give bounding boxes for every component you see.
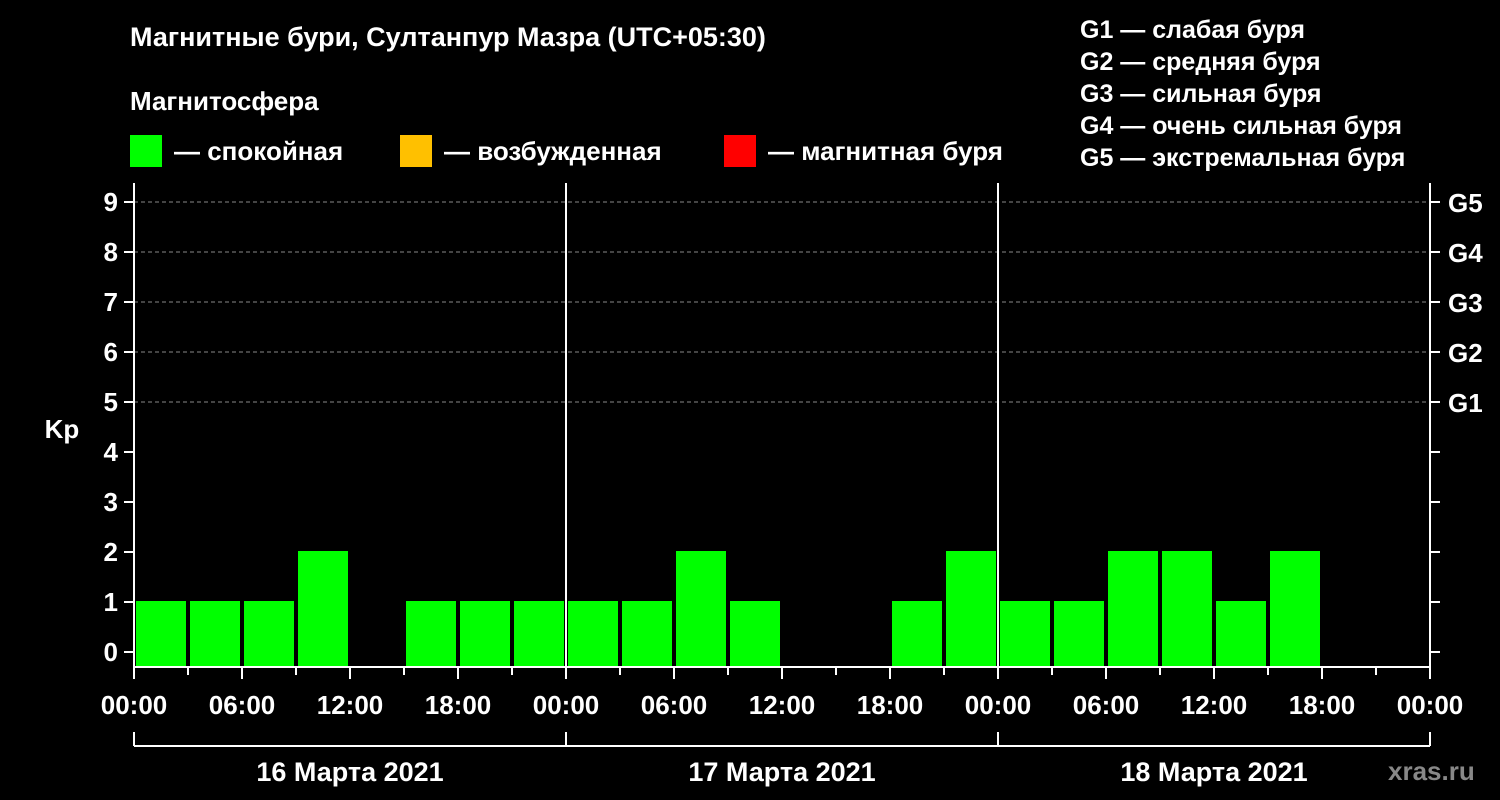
y-tick-label-9: 9 [104,187,118,217]
day-label-1: 17 Марта 2021 [688,757,875,787]
kp-bar-19 [1162,551,1212,667]
y-tick-label-0: 0 [104,637,118,667]
x-tick-label-11: 18:00 [1289,690,1356,720]
y-tick-label-6: 6 [104,337,118,367]
kp-bar-21 [1270,551,1320,667]
kp-bar-1 [190,601,240,667]
kp-bar-3 [298,551,348,667]
y-tick-label-4: 4 [104,437,119,467]
kp-bar-6 [460,601,510,667]
day-label-0: 16 Марта 2021 [256,757,443,787]
kp-bar-7 [514,601,564,667]
kp-chart: 0 1 2 3 4 5 6 7 8 9 G1 G2 G3 G4 G5 Kp 00:00 06:00 12:00 18:… [45,183,1483,787]
kp-bar-9 [622,601,672,667]
y-axis-label: Kp [45,414,80,444]
right-tick-label-g5: G5 [1448,188,1483,218]
kp-bar-2 [244,601,294,667]
x-tick-label-10: 12:00 [1181,690,1248,720]
kp-bar-17 [1054,601,1104,667]
x-tick-label-2: 12:00 [317,690,384,720]
kp-bar-11 [730,601,780,667]
y-tick-label-1: 1 [104,587,118,617]
x-tick-label-6: 12:00 [749,690,816,720]
day-label-2: 18 Марта 2021 [1120,757,1307,787]
x-tick-label-7: 18:00 [857,690,924,720]
y-tick-label-5: 5 [104,387,118,417]
y-tick-label-7: 7 [104,287,118,317]
right-tick-label-g1: G1 [1448,388,1483,418]
kp-bar-8 [568,601,618,667]
x-tick-label-1: 06:00 [209,690,276,720]
y-tick-label-2: 2 [104,537,118,567]
watermark: xras.ru [1388,756,1475,786]
kp-bar-10 [676,551,726,667]
right-tick-label-g3: G3 [1448,288,1483,318]
x-tick-label-0: 00:00 [101,690,168,720]
y-tick-label-8: 8 [104,237,118,267]
x-tick-label-4: 00:00 [533,690,600,720]
x-tick-label-12: 00:00 [1397,690,1464,720]
kp-bar-18 [1108,551,1158,667]
kp-bar-5 [406,601,456,667]
kp-bar-16 [1000,601,1050,667]
kp-bar-20 [1216,601,1266,667]
right-tick-label-g2: G2 [1448,338,1483,368]
kp-bar-0 [136,601,186,667]
x-tick-label-9: 06:00 [1073,690,1140,720]
x-tick-label-8: 00:00 [965,690,1032,720]
y-tick-label-3: 3 [104,487,118,517]
kp-bar-14 [892,601,942,667]
kp-bar-15 [946,551,996,667]
right-tick-label-g4: G4 [1448,238,1483,268]
x-tick-label-5: 06:00 [641,690,708,720]
x-tick-label-3: 18:00 [425,690,492,720]
